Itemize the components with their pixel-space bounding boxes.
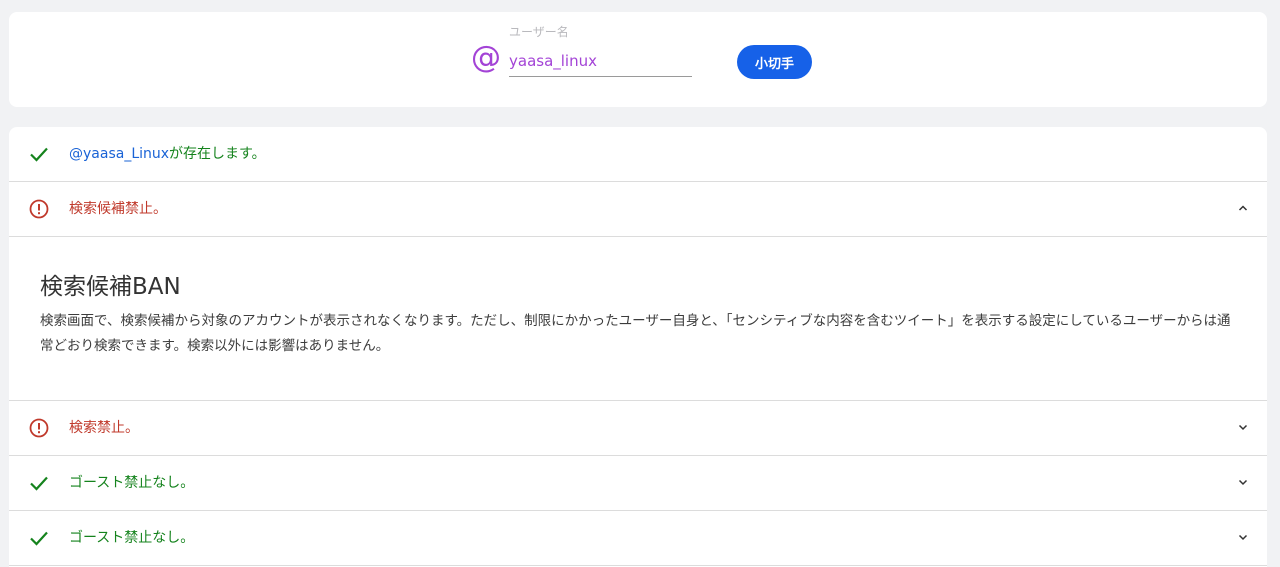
result-row-ghost-ban-2[interactable]: ゴースト禁止なし。 [9, 511, 1267, 566]
check-icon [30, 147, 48, 162]
detail-title: 検索候補BAN [40, 274, 181, 300]
check-button[interactable]: 小切手 [737, 45, 812, 79]
result-text-exists: @yaasa_Linuxが存在します。 [69, 144, 266, 164]
results-card: @yaasa_Linuxが存在します。 検索候補禁止。 検索候補BAN 検索画面… [9, 127, 1267, 567]
ghost-ban-text-1: ゴースト禁止なし。 [69, 475, 195, 491]
check-icon [30, 476, 48, 491]
check-icon [30, 531, 48, 546]
chevron-down-icon[interactable] [1235, 419, 1251, 435]
result-row-ghost-ban-1[interactable]: ゴースト禁止なし。 [9, 456, 1267, 511]
ghost-ban-text-2: ゴースト禁止なし。 [69, 530, 195, 546]
error-icon [29, 199, 49, 219]
suggestion-ban-detail: 検索候補BAN 検索画面で、検索候補から対象のアカウントが表示されなくなります。… [9, 237, 1267, 401]
result-row-suggestion-ban[interactable]: 検索候補禁止。 [9, 182, 1267, 237]
account-handle-link[interactable]: @yaasa_Linux [69, 146, 169, 162]
chevron-down-icon[interactable] [1235, 474, 1251, 490]
exists-message: が存在します。 [169, 146, 266, 162]
at-icon: @ [471, 40, 501, 75]
detail-description: 検索画面で、検索候補から対象のアカウントが表示されなくなります。ただし、制限にか… [40, 313, 1231, 354]
username-label: ユーザー名 [509, 25, 569, 39]
result-row-exists: @yaasa_Linuxが存在します。 [9, 127, 1267, 182]
suggestion-ban-text: 検索候補禁止。 [69, 201, 167, 217]
result-row-search-ban[interactable]: 検索禁止。 [9, 401, 1267, 456]
error-icon [29, 418, 49, 438]
chevron-down-icon[interactable] [1235, 529, 1251, 545]
search-ban-text: 検索禁止。 [69, 420, 139, 436]
chevron-up-icon[interactable] [1235, 200, 1251, 216]
username-input[interactable] [509, 46, 692, 77]
